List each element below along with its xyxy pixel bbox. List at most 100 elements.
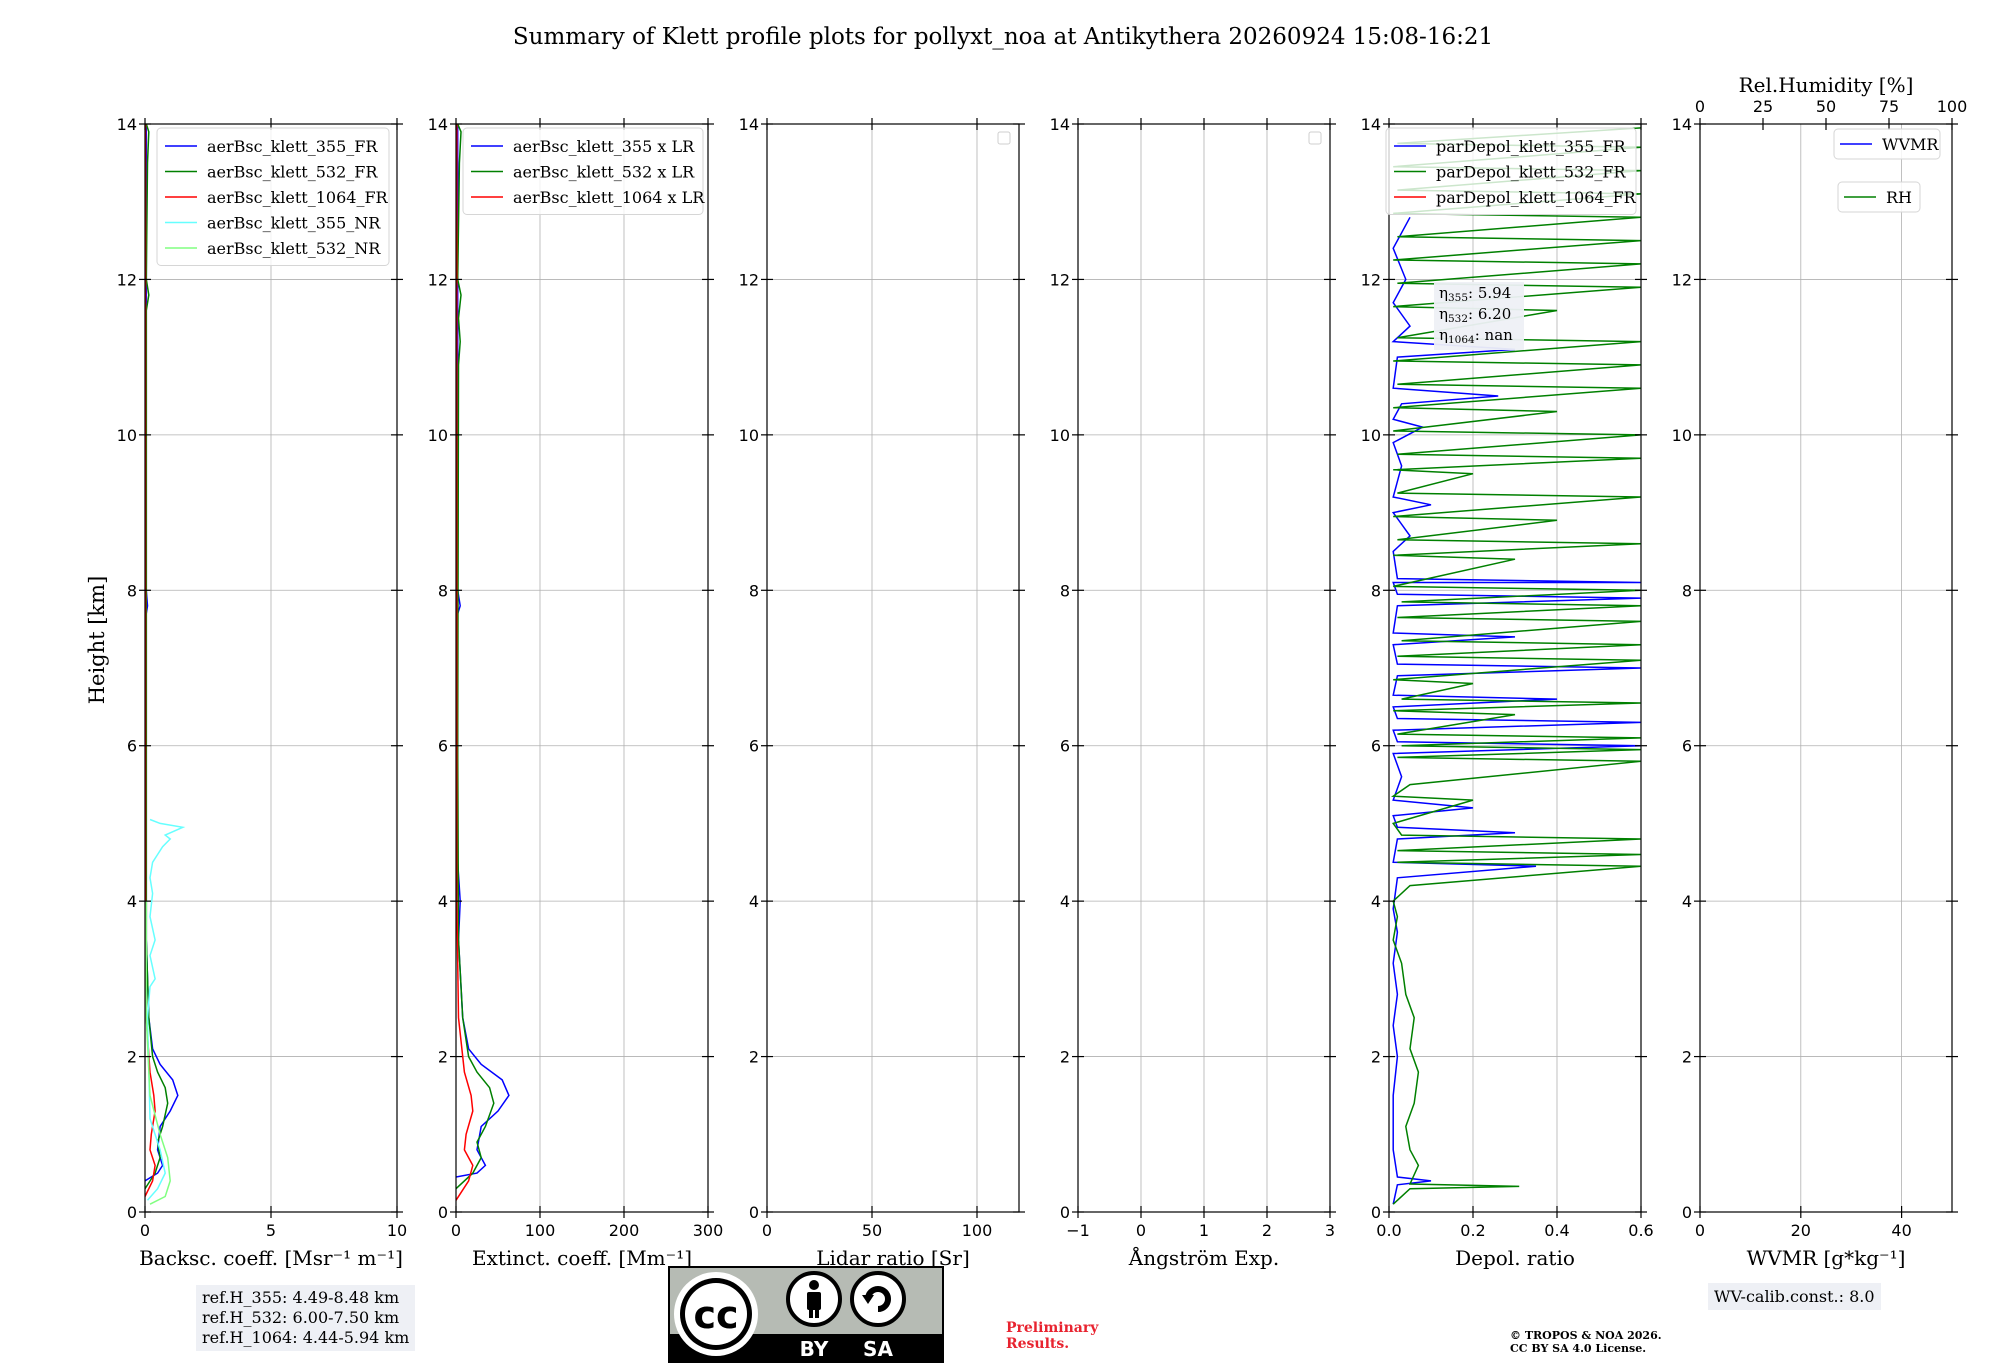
x2-tick-label-wv: 75 — [1879, 97, 1899, 116]
ref-line-355: ref.H_355: 4.49-8.48 km — [202, 1288, 400, 1307]
y-tick-label-wv: 0 — [1682, 1203, 1692, 1222]
x-axis-label-ext: Extinct. coeff. [Mm⁻¹] — [472, 1246, 692, 1270]
y-tick-label-ang: 2 — [1060, 1048, 1070, 1067]
preliminary-line-2: Results. — [1006, 1336, 1070, 1352]
x-tick-label-ang: 1 — [1199, 1221, 1209, 1240]
cc-by-sa-logo: cc BY SA — [668, 1266, 944, 1363]
y-tick-label-bsc: 12 — [117, 270, 137, 289]
y-tick-label-lr: 8 — [749, 581, 759, 600]
y-tick-label-bsc: 8 — [127, 581, 137, 600]
y-tick-label-ang: 14 — [1050, 115, 1070, 134]
y-tick-label-wv: 8 — [1682, 581, 1692, 600]
y-tick-label-ext: 12 — [428, 270, 448, 289]
x-tick-label-depol: 0.0 — [1376, 1221, 1401, 1240]
x-tick-label-ang: 3 — [1325, 1221, 1335, 1240]
series-bsc-3 — [146, 818, 186, 1201]
copyright-line-2: CC BY SA 4.0 License. — [1510, 1342, 1647, 1355]
figure-title: Summary of Klett profile plots for polly… — [513, 24, 1493, 50]
y-tick-label-depol: 8 — [1371, 581, 1381, 600]
legend-label-bsc-2: aerBsc_klett_1064_FR — [207, 188, 389, 207]
x-tick-label-ang: −1 — [1066, 1221, 1090, 1240]
y-tick-label-ang: 6 — [1060, 737, 1070, 756]
x-tick-label-lr: 0 — [762, 1221, 772, 1240]
axes-frame-lr — [766, 123, 1020, 1213]
legend-label-bsc-1: aerBsc_klett_532_FR — [207, 163, 378, 182]
wv-calibration-box: WV-calib.const.: 8.0 — [1708, 1283, 1881, 1310]
y-tick-label-depol: 12 — [1361, 270, 1381, 289]
x-tick-label-lr: 100 — [962, 1221, 993, 1240]
y-tick-label-depol: 6 — [1371, 737, 1381, 756]
y-tick-label-ang: 0 — [1060, 1203, 1070, 1222]
ref-line-532: ref.H_532: 6.00-7.50 km — [202, 1308, 400, 1327]
preliminary-line-1: Preliminary — [1006, 1320, 1099, 1336]
y-tick-label-ang: 10 — [1050, 426, 1070, 445]
x-tick-label-ext: 300 — [693, 1221, 724, 1240]
y-tick-label-bsc: 6 — [127, 737, 137, 756]
x-tick-label-bsc: 5 — [266, 1221, 276, 1240]
x-tick-label-wv: 20 — [1791, 1221, 1811, 1240]
y-tick-label-bsc: 2 — [127, 1048, 137, 1067]
y-tick-label-bsc: 0 — [127, 1203, 137, 1222]
svg-text:cc: cc — [693, 1293, 738, 1337]
x2-tick-label-wv: 50 — [1816, 97, 1836, 116]
legend-label-bsc-0: aerBsc_klett_355_FR — [207, 137, 378, 156]
y-tick-label-ang: 4 — [1060, 892, 1070, 911]
series-bsc-4 — [145, 901, 171, 1205]
x-tick-label-depol: 0.6 — [1628, 1221, 1653, 1240]
x-axis-label-wv: WVMR [g*kg⁻¹] — [1747, 1246, 1906, 1270]
x-axis-label-depol: Depol. ratio — [1455, 1246, 1575, 1270]
legend-label-ext-2: aerBsc_klett_1064 x LR — [513, 188, 705, 207]
y-tick-label-depol: 10 — [1361, 426, 1381, 445]
panel-ang: 02468101214−1 0 1 2 3Ångström Exp. — [1050, 115, 1336, 1270]
x2-tick-label-wv: 0 — [1695, 97, 1705, 116]
y-tick-label-lr: 14 — [739, 115, 759, 134]
x-tick-label-wv: 0 — [1695, 1221, 1705, 1240]
x-tick-label-ext: 200 — [609, 1221, 640, 1240]
x-tick-label-ext: 0 — [451, 1221, 461, 1240]
legend-label-wv-1: RH — [1886, 188, 1912, 207]
y-tick-label-lr: 6 — [749, 737, 759, 756]
series-ext-0 — [456, 124, 510, 1178]
y-tick-label-bsc: 4 — [127, 892, 137, 911]
x-tick-label-depol: 0.2 — [1460, 1221, 1485, 1240]
empty-legend-ang — [1308, 131, 1322, 145]
x-tick-label-ang: 2 — [1262, 1221, 1272, 1240]
y-tick-label-wv: 12 — [1672, 270, 1692, 289]
y-tick-label-wv: 4 — [1682, 892, 1692, 911]
y-tick-label-ext: 0 — [438, 1203, 448, 1222]
y-tick-label-lr: 0 — [749, 1203, 759, 1222]
y-tick-label-ext: 10 — [428, 426, 448, 445]
sa-badge: SA — [863, 1337, 893, 1361]
legend-label-ext-1: aerBsc_klett_532 x LR — [513, 163, 695, 182]
legend-label-wv-0: WVMR — [1882, 135, 1939, 154]
y-tick-label-depol: 0 — [1371, 1203, 1381, 1222]
y-axis-label: Height [km] — [85, 576, 109, 705]
y-tick-label-ext: 2 — [438, 1048, 448, 1067]
x-axis-label-ang: Ångström Exp. — [1128, 1245, 1279, 1270]
panel-bsc: 0 2 4 6 8 10 12 14 0 5 10 Backsc. coeff. [Msr⁻¹ m⁻¹… — [117, 115, 408, 1270]
y-tick-label-lr: 12 — [739, 270, 759, 289]
panel-wv: 024681012140 20 40WVMR [g*kg⁻¹]0 25 50 75 100R… — [1672, 73, 1968, 1270]
y-tick-label-ext: 14 — [428, 115, 448, 134]
x2-tick-label-wv: 100 — [1937, 97, 1968, 116]
y-tick-label-lr: 4 — [749, 892, 759, 911]
axes-frame-wv — [1699, 123, 1953, 1213]
series-depol-0 — [1391, 216, 1641, 1205]
y-tick-label-ext: 4 — [438, 892, 448, 911]
x-axis-label-bsc: Backsc. coeff. [Msr⁻¹ m⁻¹] — [139, 1246, 403, 1270]
legend-label-bsc-4: aerBsc_klett_532_NR — [207, 239, 381, 258]
y-tick-label-bsc: 14 — [117, 115, 137, 134]
y-tick-label-depol: 2 — [1371, 1048, 1381, 1067]
legend-label-depol-1: parDepol_klett_532_FR — [1436, 163, 1627, 182]
x2-axis-label-wv: Rel.Humidity [%] — [1739, 73, 1914, 97]
axes-frame-ext — [455, 123, 709, 1213]
legend-label-depol-0: parDepol_klett_355_FR — [1436, 137, 1627, 156]
y-tick-label-bsc: 10 — [117, 426, 137, 445]
panel-depol: 0 2 4 6 8 10 12 14 0.0 0.2 0.4 0.6 Depol. ratio parDe… — [1361, 115, 1654, 1270]
x-tick-label-lr: 50 — [862, 1221, 882, 1240]
empty-legend-lr — [997, 131, 1011, 145]
y-tick-label-wv: 2 — [1682, 1048, 1692, 1067]
y-tick-label-ext: 6 — [438, 737, 448, 756]
panel-lr: 024681012140 50 100Lidar ratio [Sr] — [739, 115, 1025, 1270]
by-badge: BY — [800, 1337, 829, 1361]
